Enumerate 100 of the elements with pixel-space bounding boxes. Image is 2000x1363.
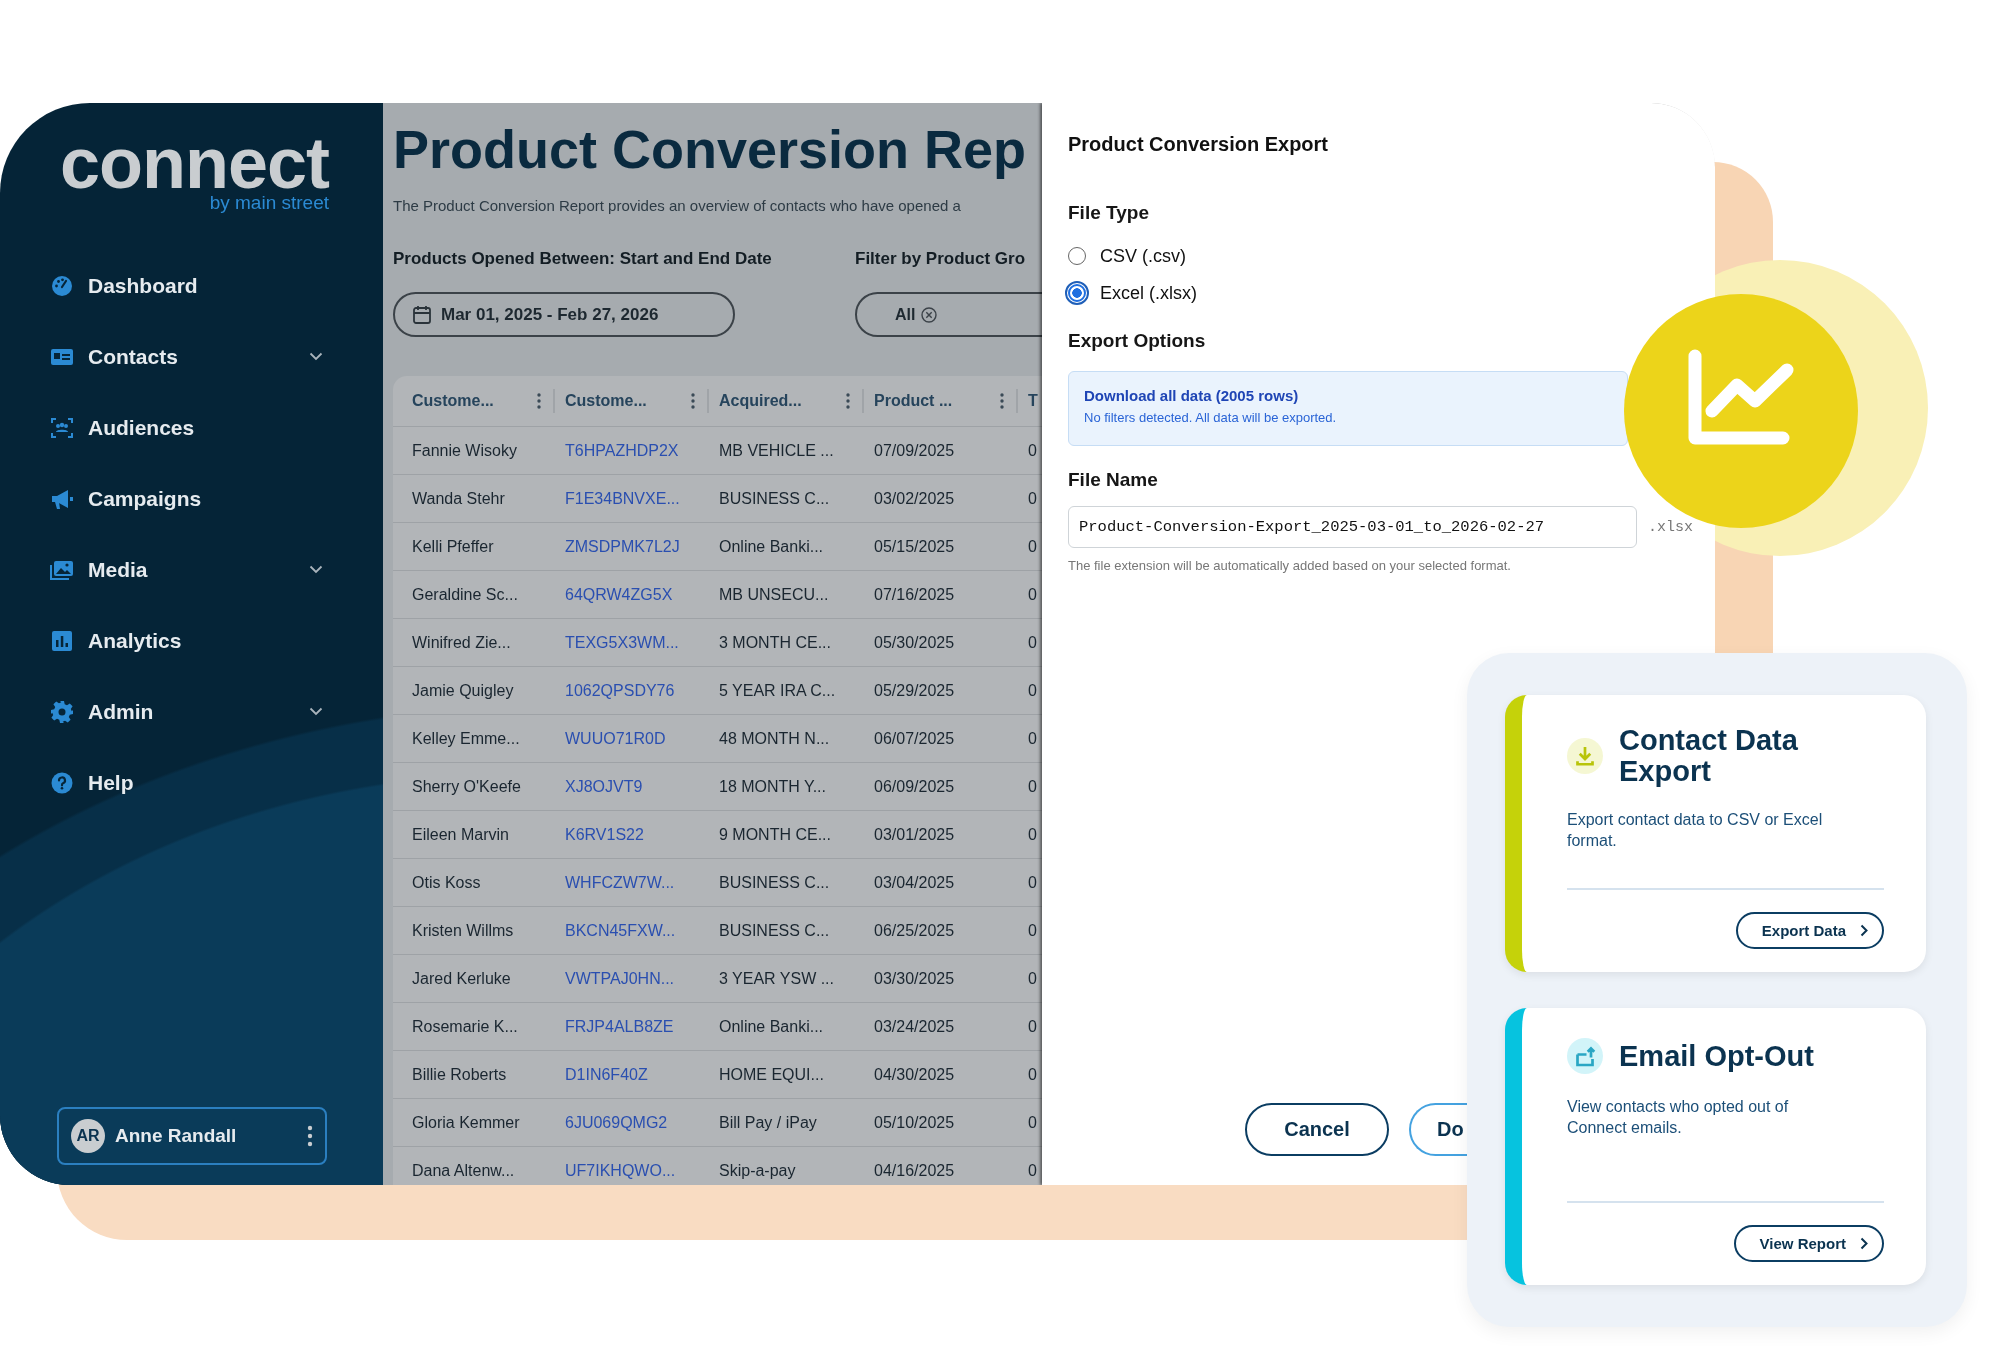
- nav-item[interactable]: Audiences: [0, 392, 383, 463]
- card-button[interactable]: View Report: [1733, 1225, 1884, 1262]
- table-cell: BUSINESS C...: [719, 489, 830, 507]
- column-header[interactable]: Custome...: [412, 392, 537, 410]
- table-cell: 0: [1028, 537, 1037, 555]
- table-cell: 06/07/2025: [874, 729, 955, 747]
- option-title: Download all data (2005 rows): [1084, 386, 1300, 406]
- action-button[interactable]: Do: [1409, 1103, 1467, 1156]
- card-button[interactable]: Export Data: [1735, 912, 1884, 949]
- id-link[interactable]: K6RV1S22: [565, 825, 644, 843]
- section-label: File Type: [1068, 201, 1149, 225]
- table-cell: 03/24/2025: [874, 1017, 955, 1035]
- column-header[interactable]: Product ...: [874, 392, 1000, 410]
- table-cell: Otis Koss: [412, 873, 481, 891]
- table-cell: 9 MONTH CE...: [719, 825, 831, 843]
- table-cell: Geraldine Sc...: [412, 585, 518, 603]
- table-cell: Dana Altenw...: [412, 1161, 515, 1179]
- section-label: File Name: [1068, 468, 1158, 492]
- table-cell: Skip-a-pay: [719, 1161, 796, 1179]
- file-name-field[interactable]: Product-Conversion-Export_2025-03-01_to_2026-02-27: [1068, 506, 1637, 548]
- column-header[interactable]: Custome...: [565, 392, 691, 410]
- more-icon[interactable]: [1000, 393, 1004, 409]
- table-cell: Bill Pay / iPay: [719, 1113, 817, 1131]
- cancel-button[interactable]: Cancel: [1245, 1103, 1389, 1156]
- nav-item[interactable]: Admin: [0, 676, 383, 747]
- id-link[interactable]: 1062QPSDY76: [565, 681, 675, 699]
- nav-item[interactable]: Analytics: [0, 605, 383, 676]
- nav-item[interactable]: Contacts: [0, 321, 383, 392]
- table-cell: 0: [1028, 873, 1037, 891]
- export-option-panel[interactable]: Download all data (2005 rows) No filters detected. All data will be exported.: [1068, 371, 1628, 446]
- radio-button[interactable]: [1068, 247, 1086, 265]
- table-cell: 05/15/2025: [874, 537, 955, 555]
- table-cell: 5 YEAR IRA C...: [719, 681, 836, 699]
- more-icon[interactable]: [691, 393, 695, 409]
- column-header[interactable]: Acquired...: [719, 392, 846, 410]
- group-icon: [50, 415, 74, 440]
- id-link[interactable]: WHFCZW7W...: [565, 873, 675, 891]
- card-title: Contact Data Export: [1619, 725, 1799, 787]
- table-cell: 03/01/2025: [874, 825, 955, 843]
- date-range-field[interactable]: Mar 01, 2025 - Feb 27, 2026: [393, 292, 735, 337]
- id-link[interactable]: VWTPAJ0HN...: [565, 969, 675, 987]
- id-link[interactable]: TEXG5X3WM...: [565, 633, 679, 651]
- more-icon[interactable]: [846, 393, 850, 409]
- table-cell: 3 MONTH CE...: [719, 633, 831, 651]
- table-cell: 04/30/2025: [874, 1065, 955, 1083]
- table-cell: 18 MONTH Y...: [719, 777, 826, 795]
- table-cell: Kelley Emme...: [412, 729, 520, 747]
- table-cell: Billie Roberts: [412, 1065, 507, 1083]
- id-link[interactable]: T6HPAZHDP2X: [565, 441, 679, 459]
- table-cell: 0: [1028, 489, 1037, 507]
- column-header[interactable]: T: [1028, 392, 1042, 410]
- table-cell: 04/16/2025: [874, 1161, 955, 1179]
- table-cell: Jared Kerluke: [412, 969, 511, 987]
- table-cell: Kristen Willms: [412, 921, 514, 939]
- more-icon[interactable]: [307, 1125, 313, 1147]
- table-cell: 0: [1028, 585, 1037, 603]
- table-cell: 0: [1028, 441, 1037, 459]
- table-cell: Online Banki...: [719, 537, 824, 555]
- radio-button[interactable]: [1068, 284, 1086, 302]
- nav-item[interactable]: Dashboard: [0, 250, 383, 321]
- upload-icon: [1567, 1038, 1603, 1074]
- table-cell: 07/16/2025: [874, 585, 955, 603]
- table-cell: 0: [1028, 777, 1037, 795]
- table-cell: 03/30/2025: [874, 969, 955, 987]
- option-label: Excel (.xlsx): [1100, 282, 1197, 304]
- table-cell: 06/25/2025: [874, 921, 955, 939]
- file-extension: .xlsx: [1648, 518, 1693, 536]
- id-link[interactable]: D1IN6F40Z: [565, 1065, 648, 1083]
- id-link[interactable]: FRJP4ALB8ZE: [565, 1017, 674, 1035]
- table-cell: Fannie Wisoky: [412, 441, 517, 459]
- id-link[interactable]: XJ8OJVT9: [565, 777, 643, 795]
- table-cell: 0: [1028, 1113, 1037, 1131]
- id-link[interactable]: ZMSDPMK7L2J: [565, 537, 680, 555]
- table-cell: 3 YEAR YSW ...: [719, 969, 834, 987]
- page-description: The Product Conversion Report provides an overview of contacts who have opened a: [393, 196, 961, 216]
- table-cell: Jamie Quigley: [412, 681, 514, 699]
- id-link[interactable]: 64QRW4ZG5X: [565, 585, 673, 603]
- table-cell: Winifred Zie...: [412, 633, 511, 651]
- more-icon[interactable]: [537, 393, 541, 409]
- table-cell: 06/09/2025: [874, 777, 955, 795]
- id-link[interactable]: UF7IKHQWO...: [565, 1161, 676, 1179]
- table-cell: 0: [1028, 969, 1037, 987]
- table-cell: 0: [1028, 633, 1037, 651]
- user-menu[interactable]: AR Anne Randall: [57, 1107, 327, 1165]
- table-cell: 05/10/2025: [874, 1113, 955, 1131]
- clear-icon[interactable]: [921, 306, 938, 323]
- bar-chart-icon: [50, 628, 74, 653]
- id-link[interactable]: BKCN45FXW...: [565, 921, 676, 939]
- nav-item[interactable]: Media: [0, 534, 383, 605]
- user-name: Anne Randall: [115, 1125, 238, 1147]
- table-cell: BUSINESS C...: [719, 873, 830, 891]
- nav-item[interactable]: Campaigns: [0, 463, 383, 534]
- option-label: CSV (.csv): [1100, 245, 1186, 267]
- section-label: Export Options: [1068, 329, 1206, 353]
- id-link[interactable]: WUUO71R0D: [565, 729, 666, 747]
- nav-item[interactable]: Help: [0, 747, 383, 818]
- id-link[interactable]: 6JU069QMG2: [565, 1113, 668, 1131]
- table-cell: 48 MONTH N...: [719, 729, 830, 747]
- card-title: Email Opt-Out: [1619, 1040, 1814, 1072]
- id-link[interactable]: F1E34BNVXE...: [565, 489, 680, 507]
